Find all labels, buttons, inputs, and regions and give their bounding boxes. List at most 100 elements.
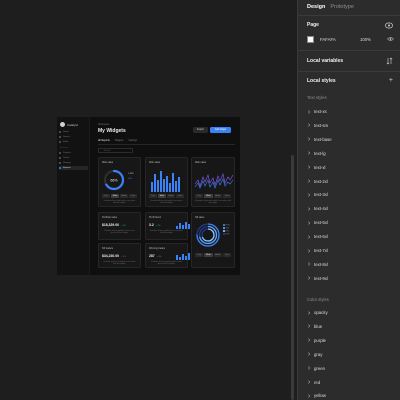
chevron-right-icon[interactable] [307,310,311,315]
frame-nav-item[interactable]: Home [59,130,88,134]
widget-card[interactable]: Nft traders $34,230.00 + 3% Visualize all… [98,243,141,268]
chevron-right-icon[interactable] [307,380,311,384]
chevron-right-icon[interactable] [307,165,311,169]
segment[interactable]: Week [204,253,213,257]
frame-tabs: All Reports Widgets Settings [98,139,137,142]
color-style-item[interactable]: purple [307,337,326,344]
color-style-item[interactable]: yellow [307,392,326,399]
segment[interactable]: Year [222,253,231,257]
legend-label: BTC [225,230,230,233]
nav-icon [59,152,61,154]
page-color-opacity[interactable]: 100% [360,37,371,42]
chevron-right-icon[interactable] [307,193,311,197]
chevron-right-icon[interactable] [307,221,311,225]
frame-search-input[interactable]: Search [98,148,133,153]
eye-icon[interactable] [387,36,394,42]
card-description: Visualize all your winning trades in one… [151,261,182,266]
segment[interactable]: Year [222,194,231,198]
chevron-right-icon[interactable] [307,179,311,183]
chevron-right-icon[interactable] [307,262,311,266]
text-style-item[interactable]: text-5xl [307,219,328,226]
chevron-right-icon[interactable] [307,151,311,155]
widget-card[interactable]: Web sales 66% 1,328 44% Day Week Month Year… [98,157,141,207]
chevron-right-icon[interactable] [307,352,311,356]
page-visibility-toggle-icon[interactable] [385,22,393,29]
frame-nav-item-active[interactable]: Reports [59,166,88,170]
widget-card[interactable]: Profit factor 3.2 + 2% Visualize all your… [145,212,191,240]
chevron-right-icon[interactable] [307,276,311,280]
chevron-right-icon[interactable] [307,324,311,328]
chevron-right-icon[interactable] [307,123,311,127]
color-style-item[interactable]: gray [307,351,322,358]
text-style-item[interactable]: text-base [307,136,332,143]
frame-nav-item[interactable]: Inbox [59,140,88,144]
text-style-item[interactable]: text-lg [307,150,326,157]
text-style-item[interactable]: text-6xl [307,233,328,240]
color-style-item[interactable]: blue [307,323,322,330]
text-style-item[interactable]: text-xs [307,108,327,115]
bar [181,225,185,229]
segment[interactable]: Month [167,194,175,198]
chevron-right-icon[interactable] [307,366,311,370]
tab-design[interactable]: Design [307,4,325,10]
widget-card[interactable]: Portfolio value $18,329.00 + 4% Visualize… [98,212,141,240]
segment[interactable]: Week [158,194,166,198]
text-style-item[interactable]: text-xl [307,164,325,171]
text-style-item[interactable]: text-2xl [307,178,328,185]
widget-card[interactable]: Web sales Day Week Month Year Visualize all… [191,157,235,207]
segment[interactable]: Year [176,194,184,198]
color-style-item[interactable]: green [307,365,325,372]
segment[interactable]: Month [120,194,128,198]
text-style-item[interactable]: text-7xl [307,247,328,254]
widget-card[interactable]: Nft sales ETH SOL BTC DOT Day Week Month Ye… [191,212,235,268]
frame-tab[interactable]: Settings [128,139,137,142]
segment[interactable]: Day [149,194,157,198]
chart-legend: ETH SOL BTC DOT [223,224,230,236]
chevron-right-icon[interactable] [307,248,311,253]
page-color-hex[interactable]: FAFAFA [320,37,336,42]
segment[interactable]: Week [111,194,119,198]
card-value: 3.2 + 2% [149,223,161,227]
card-description: Visualize all your web sales in one plac… [195,200,231,205]
chevron-right-icon[interactable] [307,234,311,239]
widget-card[interactable]: Winning trades 287 + 6% Visualize all you… [145,243,191,268]
frame-nav-item[interactable]: Settings [59,161,88,165]
text-style-item[interactable]: text-9xl [307,275,328,282]
segment[interactable]: Day [195,253,204,257]
frame-nav-item[interactable]: Search [59,135,88,139]
text-style-item[interactable]: text-3xl [307,191,328,198]
variables-adjust-icon[interactable] [386,57,393,65]
frame-nav-item[interactable]: Teams [59,156,88,160]
add-widget-button[interactable]: Add widget [210,127,231,133]
widget-card[interactable]: Web sales Day Week Month Year Visualize all… [145,157,188,207]
donut-chart: 66% [103,169,125,191]
color-style-item[interactable]: opacity [307,309,328,316]
segment[interactable]: Week [204,194,213,198]
export-button[interactable]: Export [193,127,208,133]
local-variables-title[interactable]: Local variables [307,58,343,64]
chevron-right-icon[interactable] [307,207,311,211]
segment[interactable]: Month [213,253,222,257]
design-canvas[interactable]: Catalyst Home Search Inbox Favorites Pro… [0,0,297,400]
color-style-item[interactable]: red [307,379,320,386]
frame-tab[interactable]: Widgets [115,139,124,142]
chevron-right-icon[interactable] [307,338,311,342]
segment[interactable]: Day [195,194,204,198]
canvas-vertical-scrollbar[interactable] [291,155,294,400]
divider [298,15,400,16]
segment[interactable]: Year [129,194,137,198]
text-style-item[interactable]: text-4xl [307,205,328,212]
chevron-right-icon[interactable] [307,137,311,141]
text-style-item[interactable]: text-8xl [307,261,328,268]
dashboard-frame[interactable]: Catalyst Home Search Inbox Favorites Pro… [57,117,240,275]
frame-nav-item[interactable]: Projects [59,151,88,155]
chevron-right-icon[interactable] [307,109,311,114]
segment[interactable]: Day [102,194,110,198]
segment[interactable]: Month [213,194,222,198]
tab-prototype[interactable]: Prototype [330,4,354,10]
chevron-right-icon[interactable] [307,394,311,398]
frame-tab[interactable]: All Reports [98,139,110,142]
text-style-item[interactable]: text-sm [307,122,328,129]
page-color-swatch[interactable] [307,36,314,43]
add-style-button[interactable]: + [389,77,393,84]
